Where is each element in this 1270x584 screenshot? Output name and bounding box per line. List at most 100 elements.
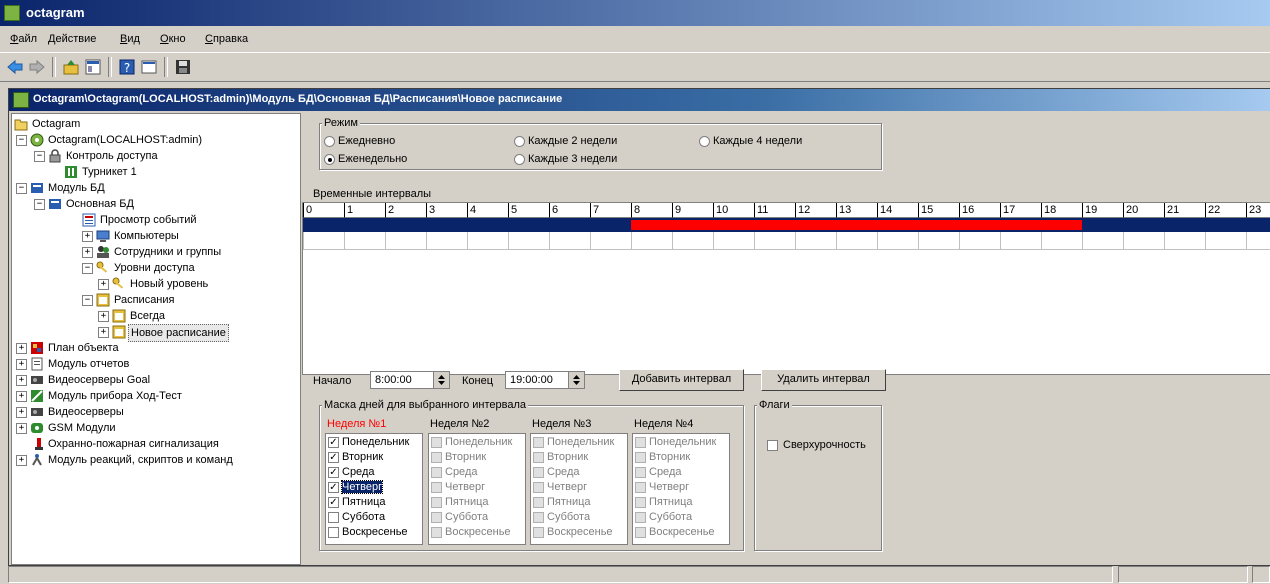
- calendar-icon: [112, 325, 126, 339]
- day-checkbox: [431, 512, 442, 523]
- grid-column-line: [877, 232, 878, 249]
- hour-header-cell: 7: [590, 203, 631, 218]
- menu-action[interactable]: Действие: [48, 33, 96, 45]
- start-time-spinner[interactable]: [433, 372, 449, 388]
- expand-icon[interactable]: +: [98, 311, 109, 322]
- end-time-spinner[interactable]: [568, 372, 584, 388]
- expand-icon[interactable]: +: [16, 359, 27, 370]
- start-time-input[interactable]: 8:00:00: [370, 371, 450, 389]
- tree-label: Просмотр событий: [100, 214, 197, 226]
- interval-bar[interactable]: [631, 220, 1082, 230]
- hour-header-cell: 22: [1205, 203, 1246, 218]
- expand-icon[interactable]: +: [98, 279, 109, 290]
- radio-weekly[interactable]: [324, 154, 335, 165]
- expand-icon[interactable]: +: [16, 375, 27, 386]
- expand-icon[interactable]: +: [82, 247, 93, 258]
- help-icon[interactable]: ?: [118, 58, 136, 76]
- expand-icon[interactable]: +: [16, 423, 27, 434]
- grid-column-line: [631, 232, 632, 249]
- collapse-icon[interactable]: −: [16, 135, 27, 146]
- day-checkbox[interactable]: ✓: [328, 497, 339, 508]
- grid-column-line: [1123, 232, 1124, 249]
- end-time-input[interactable]: 19:00:00: [505, 371, 585, 389]
- hour-header-cell: 11: [754, 203, 795, 218]
- day-label: Понедельник: [649, 436, 717, 448]
- collapse-icon[interactable]: −: [82, 295, 93, 306]
- grid-column-line: [959, 232, 960, 249]
- tree-label-selected: Новое расписание: [128, 324, 229, 342]
- day-checkbox: [635, 467, 646, 478]
- menu-file[interactable]: Файл: [10, 33, 37, 45]
- radio-daily[interactable]: [324, 136, 335, 147]
- grid-column-line: [385, 232, 386, 249]
- day-label: Вторник: [547, 451, 589, 463]
- radio-every-3-weeks-label: Каждые 3 недели: [528, 153, 618, 165]
- add-interval-button[interactable]: Добавить интервал: [619, 369, 744, 391]
- day-checkbox[interactable]: [328, 512, 339, 523]
- day-checkbox[interactable]: ✓: [328, 437, 339, 448]
- scripts-icon: [32, 454, 42, 466]
- radio-every-4-weeks-label: Каждые 4 недели: [713, 135, 803, 147]
- status-panel-secondary: [1118, 566, 1248, 583]
- day-checkbox: [635, 527, 646, 538]
- delete-interval-button[interactable]: Удалить интервал: [761, 369, 886, 391]
- day-label: Четверг: [547, 481, 588, 493]
- collapse-icon[interactable]: −: [82, 263, 93, 274]
- day-checkbox[interactable]: ✓: [328, 482, 339, 493]
- overtime-checkbox[interactable]: [767, 440, 778, 451]
- collapse-icon[interactable]: −: [16, 183, 27, 194]
- forward-arrow-icon[interactable]: [28, 58, 46, 76]
- database-icon: [31, 183, 43, 193]
- collapse-icon[interactable]: −: [34, 151, 45, 162]
- calendar-icon: [96, 293, 110, 307]
- tree-label: Охранно-пожарная сигнализация: [48, 438, 219, 450]
- day-checkbox[interactable]: ✓: [328, 467, 339, 478]
- radio-every-3-weeks[interactable]: [514, 154, 525, 165]
- expand-icon[interactable]: +: [82, 231, 93, 242]
- expand-icon[interactable]: +: [16, 407, 27, 418]
- tree-view-icon[interactable]: [84, 58, 102, 76]
- navigation-tree[interactable]: Octagram − Octagram(LOCALHOST:admin) − К…: [11, 113, 301, 565]
- toolbar-separator: [164, 57, 168, 77]
- grid-column-line: [795, 232, 796, 249]
- tree-label: Новый уровень: [130, 278, 209, 290]
- grid-column-line: [754, 232, 755, 249]
- radio-every-2-weeks[interactable]: [514, 136, 525, 147]
- save-icon[interactable]: [174, 58, 192, 76]
- tree-label: План объекта: [48, 342, 119, 354]
- grid-column-line: [344, 232, 345, 249]
- start-label: Начало: [313, 375, 352, 387]
- expand-icon[interactable]: +: [16, 391, 27, 402]
- expand-icon[interactable]: +: [16, 455, 27, 466]
- day-label: Понедельник: [547, 436, 615, 448]
- menu-help[interactable]: Справка: [205, 33, 248, 45]
- day-checkbox: [431, 482, 442, 493]
- video-server-icon: [31, 376, 43, 384]
- expand-icon[interactable]: +: [98, 327, 109, 338]
- day-label: Воскресенье: [649, 526, 715, 538]
- day-checkbox: [431, 527, 442, 538]
- day-checkbox: [431, 497, 442, 508]
- radio-every-4-weeks[interactable]: [699, 136, 710, 147]
- day-label: Пятница: [342, 496, 386, 508]
- collapse-icon[interactable]: −: [34, 199, 45, 210]
- day-checkbox[interactable]: ✓: [328, 452, 339, 463]
- device-icon: [31, 390, 43, 402]
- day-label: Четверг: [649, 481, 690, 493]
- expand-icon[interactable]: +: [16, 343, 27, 354]
- tree-label: Модуль реакций, скриптов и команд: [48, 454, 233, 466]
- hour-header-cell: 9: [672, 203, 713, 218]
- day-checkbox: [533, 452, 544, 463]
- up-folder-icon[interactable]: [62, 58, 80, 76]
- keys-icon: [112, 277, 124, 289]
- back-arrow-icon[interactable]: [6, 58, 24, 76]
- hour-header-cell: 16: [959, 203, 1000, 218]
- time-intervals-grid[interactable]: 0 1 2 3 4 5 6 7 8 9 10 11 12 13 14 15 16 17 18 19 20 21 22 23: [302, 202, 1270, 375]
- day-label: Пятница: [649, 496, 693, 508]
- window-icon[interactable]: [140, 58, 158, 76]
- hour-header-cell: 2: [385, 203, 426, 218]
- tree-label: Уровни доступа: [114, 262, 195, 274]
- menu-window[interactable]: Окно: [160, 33, 186, 45]
- day-checkbox[interactable]: [328, 527, 339, 538]
- menu-view[interactable]: Вид: [120, 33, 140, 45]
